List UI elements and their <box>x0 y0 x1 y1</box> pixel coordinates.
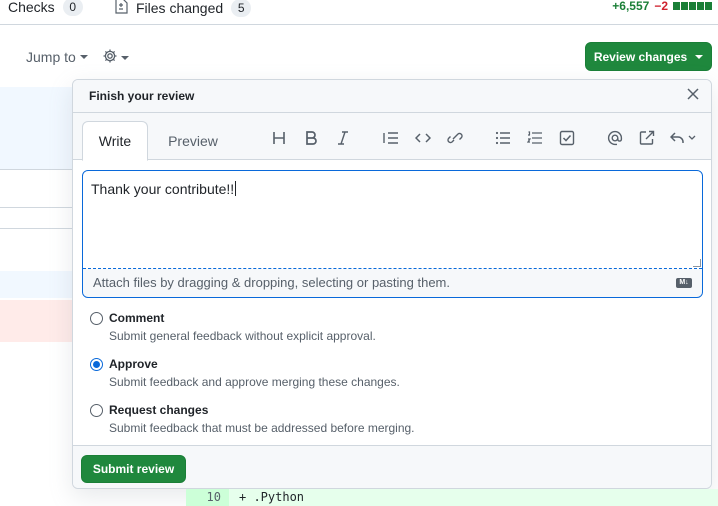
option-comment-label: Comment <box>109 311 165 325</box>
heading-icon[interactable] <box>269 129 289 147</box>
gear-icon <box>102 48 118 67</box>
reply-icon[interactable] <box>669 129 697 147</box>
option-comment-description: Submit general feedback without explicit… <box>109 329 376 343</box>
italic-icon[interactable] <box>333 129 353 147</box>
review-comment-editor[interactable]: Thank your contribute!! Attach files by … <box>82 170 703 298</box>
review-comment-text: Thank your contribute!! <box>91 181 235 197</box>
unordered-list-icon[interactable] <box>493 129 513 147</box>
tab-files-changed[interactable]: Files changed 5 <box>114 0 252 17</box>
divider <box>0 169 72 170</box>
text-cursor <box>235 181 237 196</box>
diffstat-blocks <box>673 2 712 10</box>
diff-hunk-bg <box>0 87 72 169</box>
dialog-footer: Submit review <box>73 445 711 488</box>
chevron-down-icon <box>79 55 88 59</box>
tab-preview[interactable]: Preview <box>168 121 218 161</box>
option-approve-label: Approve <box>109 357 158 371</box>
diffstat-deletions: −2 <box>654 0 668 13</box>
ordered-list-icon[interactable] <box>525 129 545 147</box>
quote-icon[interactable] <box>381 129 401 147</box>
chevron-down-icon <box>695 54 704 59</box>
bold-icon[interactable] <box>301 129 321 147</box>
diffstat-additions: +6,557 <box>612 0 650 13</box>
diff-hunk-bg <box>0 271 72 298</box>
review-changes-label: Review changes <box>593 49 688 64</box>
tab-files-changed-counter: 5 <box>231 0 252 17</box>
option-approve-description: Submit feedback and approve merging thes… <box>109 375 400 389</box>
attach-files-bar[interactable]: Attach files by dragging & dropping, sel… <box>83 269 702 297</box>
radio-comment[interactable] <box>90 312 103 325</box>
dialog-title: Finish your review <box>89 89 195 103</box>
pr-tab-bar: Checks 0 Files changed 5 +6,557 −2 <box>0 0 718 25</box>
close-icon[interactable] <box>685 88 701 104</box>
submit-review-label: Submit review <box>92 462 175 476</box>
diff-settings-button[interactable] <box>102 48 129 67</box>
resize-handle[interactable] <box>693 259 701 267</box>
diff-line: 10 + .Python <box>186 489 718 506</box>
task-list-icon[interactable] <box>557 129 577 147</box>
diffstat: +6,557 −2 <box>612 0 712 13</box>
review-changes-button[interactable]: Review changes <box>585 42 712 71</box>
tab-checks-counter: 0 <box>62 0 83 16</box>
code-icon[interactable] <box>413 129 433 147</box>
file-diff-icon <box>114 0 128 17</box>
tab-checks[interactable]: Checks 0 <box>8 0 83 16</box>
link-icon[interactable] <box>445 129 465 147</box>
tab-files-changed-label: Files changed <box>136 0 224 16</box>
divider <box>0 207 72 208</box>
diff-deletion-bg <box>0 300 72 342</box>
tab-preview-label: Preview <box>168 133 218 149</box>
tab-write-label: Write <box>98 133 132 149</box>
mention-icon[interactable] <box>605 129 625 147</box>
submit-review-button[interactable]: Submit review <box>81 455 186 483</box>
jump-to-label: Jump to <box>26 49 76 65</box>
option-request-changes-description: Submit feedback that must be addressed b… <box>109 421 415 435</box>
tab-write[interactable]: Write <box>82 121 148 161</box>
radio-request-changes[interactable] <box>90 404 103 417</box>
finish-review-dialog: Finish your review Write Preview Thank y… <box>72 79 712 489</box>
tab-checks-label: Checks <box>8 0 55 15</box>
attach-files-hint: Attach files by dragging & dropping, sel… <box>93 275 450 290</box>
markdown-icon: M↓ <box>676 278 692 288</box>
jump-to-menu[interactable]: Jump to <box>26 49 88 65</box>
option-request-changes-label: Request changes <box>109 403 209 417</box>
diff-line-code: + .Python <box>229 489 718 506</box>
reference-icon[interactable] <box>637 129 657 147</box>
chevron-down-icon <box>121 55 129 60</box>
diff-line-number[interactable]: 10 <box>186 489 229 506</box>
radio-approve[interactable] <box>90 358 103 371</box>
review-comment-textarea[interactable]: Thank your contribute!! <box>83 171 702 269</box>
dialog-header: Finish your review <box>73 80 711 113</box>
divider <box>0 228 72 229</box>
